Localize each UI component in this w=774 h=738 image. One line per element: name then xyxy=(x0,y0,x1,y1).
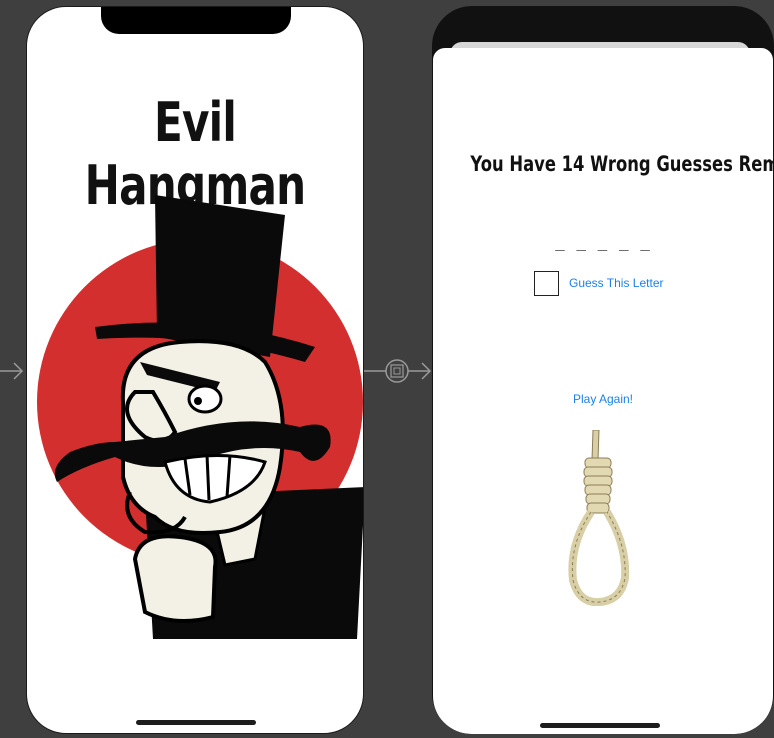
start-screen: Evil Hangman xyxy=(26,6,364,734)
guess-letter-button[interactable]: Guess This Letter xyxy=(569,276,664,290)
modal-segue-icon[interactable] xyxy=(364,357,434,385)
home-indicator xyxy=(540,723,660,728)
villain-illustration xyxy=(37,195,363,639)
letter-input[interactable] xyxy=(534,271,559,296)
word-display: _ _ _ _ _ xyxy=(555,232,651,251)
game-screen: You Have 14 Wrong Guesses Remaining _ _ … xyxy=(432,6,774,734)
entry-arrow-icon xyxy=(0,362,24,380)
play-again-button[interactable]: Play Again! xyxy=(433,392,773,406)
home-indicator xyxy=(136,720,256,725)
noose-illustration xyxy=(568,430,630,606)
modal-sheet: You Have 14 Wrong Guesses Remaining _ _ … xyxy=(433,48,774,734)
device-notch xyxy=(101,7,291,34)
wrong-guesses-label: You Have 14 Wrong Guesses Remaining xyxy=(470,152,774,176)
